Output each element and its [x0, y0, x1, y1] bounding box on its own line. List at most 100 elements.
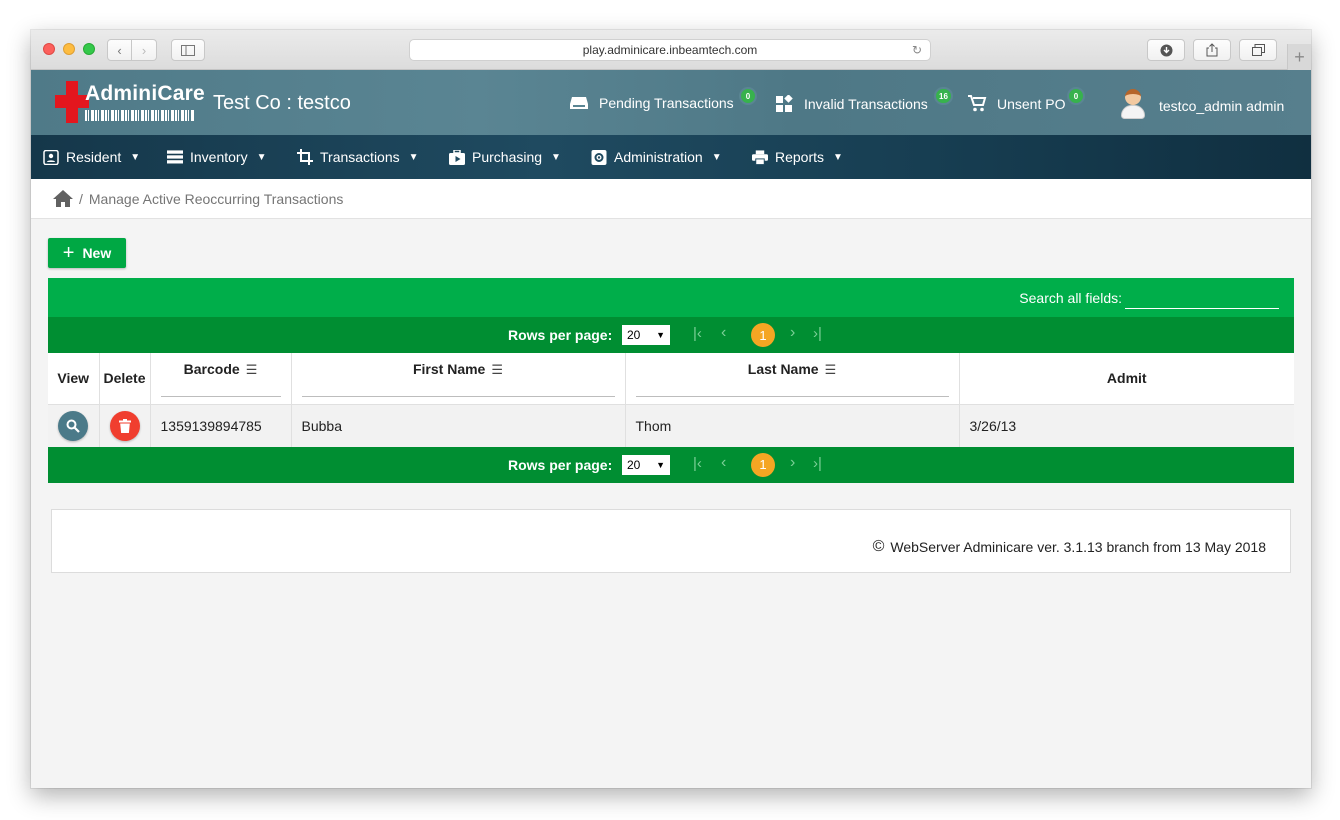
table-search-bar: Search all fields: — [48, 278, 1294, 317]
breadcrumb-current: Manage Active Reoccurring Transactions — [88, 190, 344, 207]
unsent-po-link[interactable]: Unsent PO 0 — [967, 87, 1085, 112]
new-tab-button[interactable]: + — [1287, 44, 1311, 70]
last-name-cell: Thom — [625, 404, 960, 447]
logo-text: AdminiCare — [85, 82, 205, 105]
col-barcode[interactable]: Barcode ☰ — [150, 353, 292, 405]
prev-page-button[interactable]: ‹ — [721, 324, 726, 342]
copyright-icon: © — [872, 538, 885, 555]
view-cell — [48, 404, 100, 447]
close-window-button[interactable] — [43, 43, 55, 55]
invalid-transactions-link[interactable]: Invalid Transactions 16 — [774, 87, 953, 113]
home-icon[interactable] — [53, 190, 73, 207]
last-page-button[interactable]: ›| — [813, 325, 822, 342]
nav-reports[interactable]: Reports ▼ — [752, 135, 843, 179]
main-nav: Resident ▼ Inventory ▼ Transactions ▼ Pu… — [31, 135, 1311, 179]
rows-per-page-select[interactable]: 20 ▼ — [622, 454, 670, 475]
current-page-indicator[interactable]: 1 — [751, 452, 775, 477]
prev-page-button[interactable]: ‹ — [721, 454, 726, 472]
rows-per-page-select[interactable]: 20 ▼ — [622, 325, 670, 345]
pending-count-badge: 0 — [739, 87, 757, 105]
nav-transactions-label: Transactions — [320, 149, 400, 165]
user-menu[interactable]: testco_admin admin — [1159, 98, 1284, 114]
address-bar[interactable]: play.adminicare.inbeamtech.com ↻ — [409, 39, 931, 61]
footer: © WebServer Adminicare ver. 3.1.13 branc… — [51, 509, 1291, 573]
crop-icon — [297, 149, 313, 165]
col-last-name[interactable]: Last Name ☰ — [625, 353, 960, 405]
forward-button[interactable]: › — [132, 39, 157, 61]
chevron-down-icon: ▼ — [130, 151, 141, 163]
share-icon — [1206, 43, 1218, 57]
chevron-down-icon: ▼ — [408, 151, 419, 163]
caret-down-icon: ▼ — [656, 459, 665, 470]
red-cross-icon — [55, 81, 89, 123]
col-first-name-label: First Name — [412, 361, 486, 377]
rows-per-page-value: 20 — [627, 457, 641, 472]
last-page-button[interactable]: ›| — [813, 455, 822, 472]
plus-icon: + — [62, 242, 75, 264]
trash-icon — [118, 418, 131, 433]
download-icon — [1160, 44, 1172, 56]
col-first-name[interactable]: First Name ☰ — [291, 353, 626, 405]
chevron-down-icon: ▼ — [711, 151, 722, 163]
transactions-table-panel: Search all fields: Rows per page: 20 ▼ |… — [48, 278, 1294, 483]
first-name-filter-input[interactable] — [301, 396, 615, 397]
sidebar-icon — [181, 44, 195, 56]
col-barcode-label: Barcode — [183, 361, 240, 377]
chevron-down-icon: ▼ — [551, 151, 561, 163]
footer-version: © WebServer Adminicare ver. 3.1.13 branc… — [873, 538, 1266, 556]
transactions-table: View Delete Barcode ☰ First Name ☰ Last Na… — [48, 353, 1294, 447]
sort-icon[interactable]: ☰ — [491, 362, 503, 378]
breadcrumb-separator: / — [79, 190, 83, 207]
widgets-icon — [776, 95, 793, 112]
chevron-down-icon: ▼ — [833, 151, 843, 163]
url-text: play.adminicare.inbeamtech.com — [582, 43, 758, 57]
nav-resident[interactable]: Resident ▼ — [43, 135, 140, 179]
tabs-overview-button[interactable] — [1239, 39, 1277, 61]
settings-box-icon — [591, 149, 607, 165]
minimize-window-button[interactable] — [63, 43, 75, 55]
sidebar-toggle-button[interactable] — [171, 39, 205, 61]
share-button[interactable] — [1193, 39, 1231, 61]
breadcrumb: / Manage Active Reoccurring Transactions — [31, 179, 1311, 219]
zoom-window-button[interactable] — [83, 43, 95, 55]
invalid-transactions-label: Invalid Transactions — [804, 96, 928, 112]
rows-per-page-label: Rows per page: — [508, 327, 613, 343]
first-page-button[interactable]: |‹ — [693, 325, 702, 342]
briefcase-play-icon — [449, 149, 465, 165]
downloads-button[interactable] — [1147, 39, 1185, 61]
nav-reports-label: Reports — [775, 149, 825, 165]
printer-icon — [752, 149, 768, 165]
delete-button[interactable] — [109, 410, 140, 441]
first-page-button[interactable]: |‹ — [693, 455, 702, 472]
nav-inventory[interactable]: Inventory ▼ — [167, 135, 267, 179]
pending-transactions-label: Pending Transactions — [599, 95, 734, 111]
table-row: 1359139894785 Bubba Thom 3/26/13 — [48, 404, 1294, 447]
barcode-filter-input[interactable] — [160, 396, 281, 397]
user-avatar-icon[interactable] — [1119, 87, 1147, 119]
sort-icon[interactable]: ☰ — [246, 362, 258, 378]
pending-transactions-link[interactable]: Pending Transactions 0 — [569, 87, 757, 111]
nav-purchasing[interactable]: Purchasing ▼ — [449, 135, 561, 179]
caret-down-icon: ▼ — [656, 330, 665, 340]
rows-per-page-value: 20 — [627, 328, 641, 342]
new-button-label: New — [82, 245, 112, 261]
sort-icon[interactable]: ☰ — [825, 362, 837, 378]
reload-icon[interactable]: ↻ — [912, 43, 922, 57]
list-icon — [167, 150, 183, 164]
next-page-button[interactable]: › — [790, 454, 795, 472]
footer-version-text: WebServer Adminicare ver. 3.1.13 branch … — [890, 539, 1266, 555]
nav-purchasing-label: Purchasing — [472, 149, 543, 165]
search-input[interactable] — [1125, 287, 1279, 309]
table-header-row: View Delete Barcode ☰ First Name ☰ Last Na… — [48, 353, 1294, 405]
chevron-left-icon: ‹ — [117, 42, 122, 58]
back-button[interactable]: ‹ — [107, 39, 132, 61]
nav-administration[interactable]: Administration ▼ — [591, 135, 722, 179]
new-button[interactable]: + New — [48, 238, 126, 268]
current-page-indicator[interactable]: 1 — [751, 323, 775, 347]
nav-transactions[interactable]: Transactions ▼ — [297, 135, 419, 179]
view-button[interactable] — [58, 410, 89, 441]
nav-administration-label: Administration — [614, 149, 703, 165]
next-page-button[interactable]: › — [790, 324, 795, 342]
adminicare-logo[interactable]: AdminiCare — [55, 81, 205, 123]
last-name-filter-input[interactable] — [635, 396, 949, 397]
